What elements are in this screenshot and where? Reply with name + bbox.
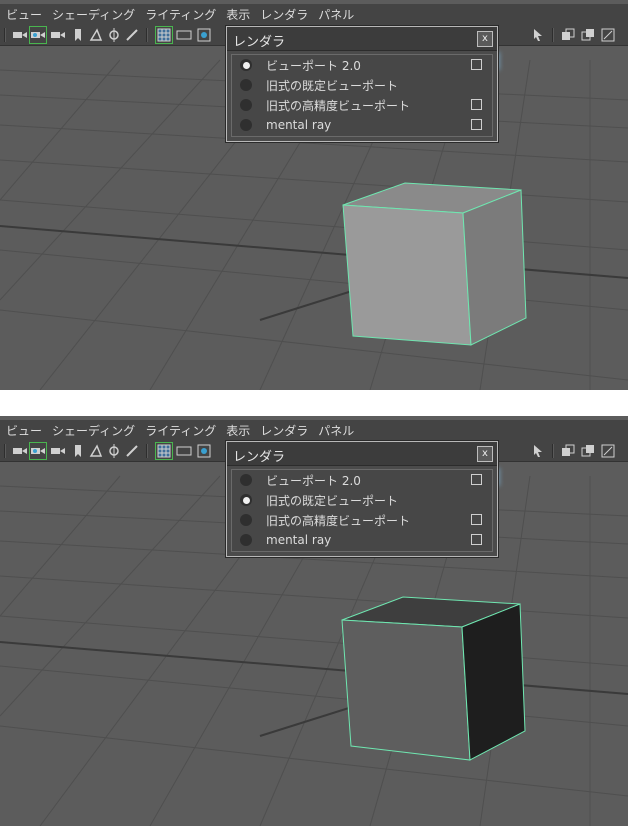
- renderer-popup-titlebar[interactable]: レンダラ x: [227, 442, 497, 466]
- renderer-option-viewport2[interactable]: ビューポート 2.0: [232, 470, 492, 490]
- option-box-icon[interactable]: [471, 119, 482, 130]
- option-box-icon[interactable]: [471, 534, 482, 545]
- menu-panels[interactable]: パネル: [318, 422, 354, 439]
- toolbar-separator: [146, 28, 148, 42]
- resolution-gate-icon[interactable]: [196, 27, 212, 43]
- viewport-menubar: ビュー シェーディング ライティング 表示 レンダラ パネル: [0, 4, 628, 24]
- radio-icon[interactable]: [240, 79, 252, 91]
- maximize-icon[interactable]: [600, 443, 616, 459]
- close-icon[interactable]: x: [477, 446, 493, 462]
- option-box-icon[interactable]: [471, 59, 482, 70]
- viewport-menubar: ビュー シェーディング ライティング 表示 レンダラ パネル: [0, 420, 628, 440]
- bookmark-icon[interactable]: [70, 27, 86, 43]
- renderer-option-label: 旧式の既定ビューポート: [266, 493, 399, 508]
- renderer-popup: レンダラ x ビューポート 2.0 旧式の既定ビューポート 旧式の高精度ビューポ…: [226, 26, 498, 142]
- camera-icon[interactable]: [12, 27, 28, 43]
- radio-icon[interactable]: [240, 59, 252, 71]
- toolbar-separator: [552, 28, 554, 42]
- renderer-option-mental-ray[interactable]: mental ray: [232, 115, 492, 135]
- film-gate-icon[interactable]: [176, 443, 192, 459]
- select-tool-icon[interactable]: [530, 443, 546, 459]
- renderer-option-legacy-high-quality[interactable]: 旧式の高精度ビューポート: [232, 95, 492, 115]
- xray-icon[interactable]: [580, 443, 596, 459]
- menu-renderer[interactable]: レンダラ: [260, 422, 308, 439]
- renderer-option-legacy-default[interactable]: 旧式の既定ビューポート: [232, 490, 492, 510]
- bookmark-icon[interactable]: [70, 443, 86, 459]
- viewport-panel-bottom: ビュー シェーディング ライティング 表示 レンダラ パネル レンダラ x ビュ…: [0, 416, 628, 826]
- renderer-popup-title: レンダラ: [233, 35, 286, 50]
- radio-icon[interactable]: [240, 99, 252, 111]
- isolate-icon[interactable]: [560, 27, 576, 43]
- option-box-icon[interactable]: [471, 99, 482, 110]
- toolbar-separator: [146, 444, 148, 458]
- option-box-icon[interactable]: [471, 474, 482, 485]
- option-box-icon[interactable]: [471, 514, 482, 525]
- maximize-icon[interactable]: [600, 27, 616, 43]
- image-plane-icon[interactable]: [88, 27, 104, 43]
- camera-attr-icon[interactable]: [50, 443, 66, 459]
- isolate-icon[interactable]: [560, 443, 576, 459]
- resolution-gate-icon[interactable]: [196, 443, 212, 459]
- renderer-option-label: ビューポート 2.0: [266, 473, 361, 488]
- grease-pencil-icon[interactable]: [124, 443, 140, 459]
- film-gate-icon[interactable]: [176, 27, 192, 43]
- grease-pencil-icon[interactable]: [124, 27, 140, 43]
- renderer-option-label: ビューポート 2.0: [266, 58, 361, 73]
- radio-icon[interactable]: [240, 514, 252, 526]
- menu-lighting[interactable]: ライティング: [145, 6, 216, 23]
- 2d-pan-icon[interactable]: [106, 443, 122, 459]
- toolbar-separator: [4, 444, 6, 458]
- menu-panels[interactable]: パネル: [318, 6, 354, 23]
- renderer-options-list: ビューポート 2.0 旧式の既定ビューポート 旧式の高精度ビューポート ment…: [231, 54, 493, 137]
- renderer-option-label: mental ray: [266, 533, 332, 547]
- renderer-popup-titlebar[interactable]: レンダラ x: [227, 27, 497, 51]
- renderer-option-label: mental ray: [266, 118, 332, 132]
- camera-select-icon[interactable]: [29, 26, 47, 44]
- camera-attr-icon[interactable]: [50, 27, 66, 43]
- menu-show[interactable]: 表示: [226, 6, 250, 23]
- 2d-pan-icon[interactable]: [106, 27, 122, 43]
- menu-shading[interactable]: シェーディング: [52, 422, 135, 439]
- menu-renderer[interactable]: レンダラ: [260, 6, 308, 23]
- renderer-option-mental-ray[interactable]: mental ray: [232, 530, 492, 550]
- renderer-option-label: 旧式の既定ビューポート: [266, 78, 399, 93]
- grid-icon[interactable]: [155, 442, 173, 460]
- close-icon[interactable]: x: [477, 31, 493, 47]
- renderer-popup-title: レンダラ: [233, 450, 286, 465]
- select-tool-icon[interactable]: [530, 27, 546, 43]
- renderer-option-legacy-default[interactable]: 旧式の既定ビューポート: [232, 75, 492, 95]
- radio-icon[interactable]: [240, 534, 252, 546]
- radio-icon[interactable]: [240, 494, 252, 506]
- renderer-option-label: 旧式の高精度ビューポート: [266, 98, 411, 113]
- menu-view[interactable]: ビュー: [6, 6, 42, 23]
- camera-select-icon[interactable]: [29, 442, 47, 460]
- menu-view[interactable]: ビュー: [6, 422, 42, 439]
- menu-shading[interactable]: シェーディング: [52, 6, 135, 23]
- image-plane-icon[interactable]: [88, 443, 104, 459]
- renderer-option-viewport2[interactable]: ビューポート 2.0: [232, 55, 492, 75]
- renderer-option-legacy-high-quality[interactable]: 旧式の高精度ビューポート: [232, 510, 492, 530]
- renderer-popup: レンダラ x ビューポート 2.0 旧式の既定ビューポート 旧式の高精度ビューポ…: [226, 441, 498, 557]
- radio-icon[interactable]: [240, 119, 252, 131]
- camera-icon[interactable]: [12, 443, 28, 459]
- renderer-option-label: 旧式の高精度ビューポート: [266, 513, 411, 528]
- renderer-options-list: ビューポート 2.0 旧式の既定ビューポート 旧式の高精度ビューポート ment…: [231, 469, 493, 552]
- toolbar-separator: [552, 444, 554, 458]
- toolbar-separator: [4, 28, 6, 42]
- menu-show[interactable]: 表示: [226, 422, 250, 439]
- viewport-panel-top: ビュー シェーディング ライティング 表示 レンダラ パネル レンダラ x ビュ…: [0, 0, 628, 390]
- xray-icon[interactable]: [580, 27, 596, 43]
- grid-icon[interactable]: [155, 26, 173, 44]
- menu-lighting[interactable]: ライティング: [145, 422, 216, 439]
- radio-icon[interactable]: [240, 474, 252, 486]
